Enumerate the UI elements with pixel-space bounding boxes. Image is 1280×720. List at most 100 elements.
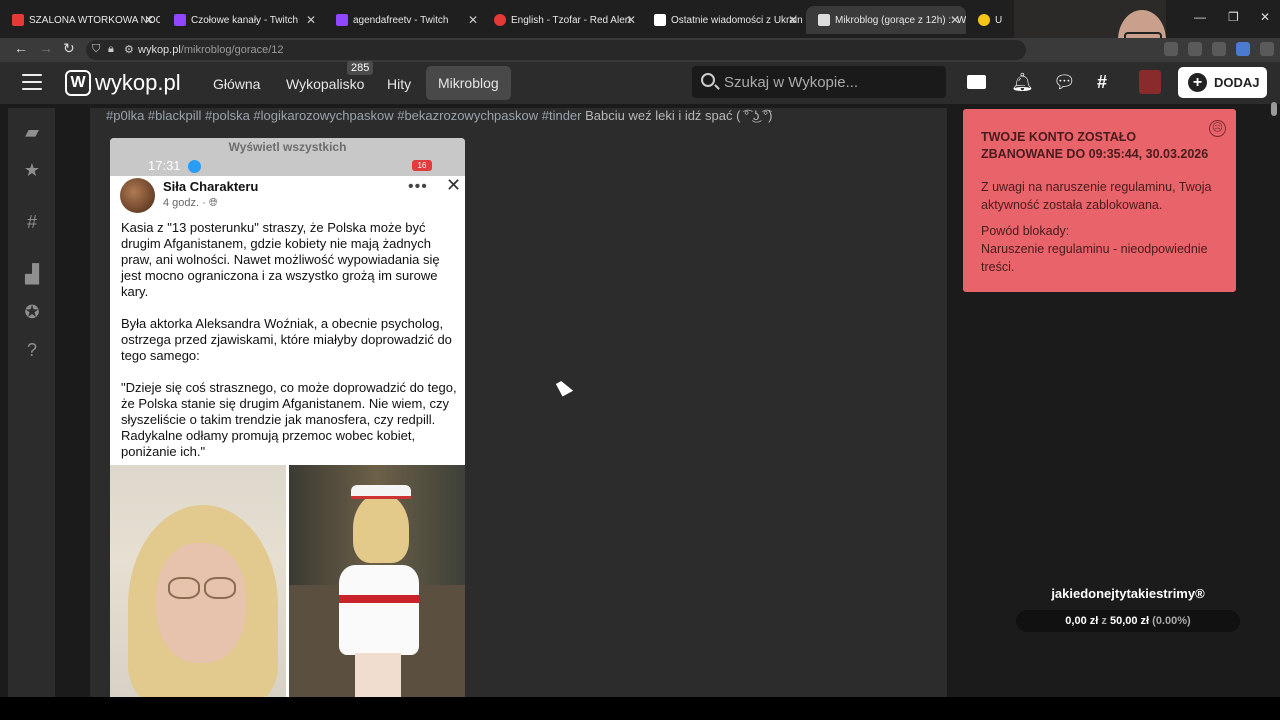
- photo-nurse-costume: [289, 465, 465, 698]
- star-icon[interactable]: ★: [22, 160, 42, 180]
- bottom-bar: [0, 697, 1280, 720]
- news-site-icon: [654, 14, 666, 26]
- site-logo[interactable]: W wykop.pl: [65, 69, 181, 97]
- restore-icon[interactable]: ❐: [1228, 10, 1239, 24]
- fb-post-text: Kasia z "13 posterunku" straszy, że Pols…: [121, 220, 459, 476]
- url-path: /mikroblog/gorace/12: [180, 44, 284, 56]
- shield-icon[interactable]: ⛉: [92, 43, 100, 56]
- badge-medal-icon[interactable]: ✪: [22, 302, 42, 322]
- close-icon: ✕: [446, 175, 462, 195]
- nav-hity[interactable]: Hity: [387, 71, 411, 97]
- sad-face-icon: ☹: [1209, 120, 1226, 137]
- extension-icon[interactable]: [1212, 42, 1226, 56]
- address-bar[interactable]: ⛉ 🔒︎ ⚙ wykop.pl/mikroblog/gorace/12: [86, 40, 1026, 60]
- phone-time: 17:31: [148, 158, 181, 173]
- browser-tab[interactable]: U: [966, 6, 1014, 34]
- hashtag-icon[interactable]: #: [22, 212, 42, 232]
- page-scrollbar[interactable]: [1271, 102, 1277, 116]
- close-tab-icon[interactable]: ✕: [144, 13, 154, 27]
- browser-tab[interactable]: Ostatnie wiadomości z Ukrain ✕: [642, 6, 804, 34]
- embed-header: Wyświetl wszystkich 17:31 16: [110, 138, 465, 176]
- wykop-logo-icon: W: [65, 70, 91, 96]
- back-icon[interactable]: ←: [14, 40, 28, 56]
- browser-tab[interactable]: Czołowe kanały - Twitch ✕: [162, 6, 322, 34]
- wykopalisko-count-badge: 285: [347, 61, 374, 75]
- messages-icon[interactable]: [967, 75, 986, 89]
- extension-icon[interactable]: [1164, 42, 1178, 56]
- donation-percent: (0.00%): [1152, 615, 1191, 627]
- site-header: W wykop.pl Główna Wykopalisko 285 Hity M…: [0, 61, 1280, 104]
- globe-icon: 🌐︎: [208, 197, 218, 209]
- notifications-icon[interactable]: 🔔︎: [1011, 72, 1034, 93]
- add-button[interactable]: + DODAJ: [1178, 67, 1267, 98]
- post-tags[interactable]: #p0lka #blackpill #polska #logikarozowyc…: [106, 108, 581, 123]
- mikroblog-feed: #p0lka #blackpill #polska #logikarozowyc…: [90, 108, 947, 698]
- ban-notice: TWOJE KONTO ZOSTAŁO ZBANOWANE DO 09:35:4…: [963, 109, 1236, 292]
- tab-title: Ostatnie wiadomości z Ukrain: [671, 14, 803, 26]
- close-tab-icon[interactable]: ✕: [626, 13, 636, 27]
- extension-icon[interactable]: [1236, 42, 1250, 56]
- post-text: Babciu weź leki i idź spać ( ͡° ͜ʖ ͡°): [585, 108, 773, 123]
- fb-page-avatar: [120, 178, 155, 213]
- battery-icon: 16: [412, 160, 432, 171]
- fb-post-header: Siła Charakteru 4 godz. · 🌐︎ ••• ✕: [120, 175, 462, 214]
- search-icon: [701, 73, 715, 87]
- youtube-icon: [12, 14, 24, 26]
- tab-title: Czołowe kanały - Twitch: [191, 14, 299, 26]
- close-window-icon[interactable]: ✕: [1260, 10, 1270, 24]
- browser-toolbar: ← → ↻ ⛉ 🔒︎ ⚙ wykop.pl/mikroblog/gorace/1…: [0, 38, 1280, 62]
- close-tab-icon[interactable]: ✕: [950, 13, 960, 27]
- fb-paragraph: Była aktorka Aleksandra Woźniak, a obecn…: [121, 316, 452, 363]
- tags-hashtag-icon[interactable]: #: [1097, 72, 1107, 93]
- ban-reason: Powód blokady: Naruszenie regulaminu - n…: [981, 222, 1231, 276]
- twitch-icon: [336, 14, 348, 26]
- tab-title: Mikroblog (gorące z 12h) :: W: [835, 14, 966, 26]
- fb-paragraph: "Dzieje się coś strasznego, co może dopr…: [121, 380, 457, 459]
- wykop-home-icon[interactable]: ▰: [22, 122, 42, 142]
- donation-current: 0,00 zł: [1065, 615, 1099, 627]
- menu-icon[interactable]: [1260, 42, 1274, 56]
- browser-tab-active[interactable]: Mikroblog (gorące z 12h) :: W ✕: [806, 6, 966, 34]
- url-host: wykop.pl: [138, 44, 181, 56]
- forward-icon[interactable]: →: [39, 40, 53, 56]
- close-tab-icon[interactable]: ✕: [788, 13, 798, 27]
- fb-photos: [110, 465, 465, 698]
- browser-tab[interactable]: SZALONA WTORKOWA NOC ✕: [0, 6, 160, 34]
- hamburger-menu-icon[interactable]: [22, 74, 42, 90]
- comments-icon[interactable]: 💬︎: [1053, 72, 1076, 93]
- ranking-podium-icon[interactable]: ▟: [22, 264, 42, 284]
- nav-glowna[interactable]: Główna: [213, 71, 260, 97]
- ban-title: TWOJE KONTO ZOSTAŁO ZBANOWANE DO 09:35:4…: [981, 130, 1209, 161]
- donation-goal-overlay: jakiedonejtytakiestrimy® 0,00 zł z 50,00…: [1016, 586, 1240, 636]
- tab-title: agendafreetv - Twitch: [353, 14, 449, 26]
- search-placeholder: Szukaj w Wykopie...: [724, 73, 859, 91]
- fb-paragraph: Kasia z "13 posterunku" straszy, że Pols…: [121, 220, 440, 299]
- extensions-area: [1164, 42, 1274, 56]
- minimize-icon[interactable]: —: [1194, 10, 1206, 24]
- nav-mikroblog[interactable]: Mikroblog: [426, 66, 511, 100]
- add-button-label: DODAJ: [1214, 75, 1260, 90]
- user-avatar[interactable]: [1139, 70, 1161, 94]
- donation-progress-bar: 0,00 zł z 50,00 zł (0.00%): [1016, 610, 1240, 632]
- search-input[interactable]: Szukaj w Wykopie...: [692, 66, 946, 98]
- phone-status-bar: 17:31 16: [110, 158, 465, 174]
- browser-tab[interactable]: English - Tzofar - Red Alert ✕: [482, 6, 642, 34]
- donation-goal: 50,00 zł: [1109, 615, 1150, 627]
- site-settings-icon[interactable]: ⚙: [124, 43, 134, 56]
- close-tab-icon[interactable]: ✕: [306, 13, 316, 27]
- extension-icon[interactable]: [1188, 42, 1202, 56]
- photo-woman-glasses: [110, 465, 286, 698]
- tab-title: SZALONA WTORKOWA NOC: [29, 14, 160, 26]
- embedded-screenshot[interactable]: Wyświetl wszystkich 17:31 16 Siła Charak…: [110, 138, 465, 698]
- lock-icon[interactable]: 🔒︎: [108, 43, 114, 56]
- fb-author-name: Siła Charakteru: [163, 179, 259, 194]
- close-tab-icon[interactable]: ✕: [468, 13, 478, 27]
- telegram-icon: [188, 160, 201, 173]
- left-sidebar: ▰ ★ # ▟ ✪ ?: [8, 108, 55, 697]
- tab-title: English - Tzofar - Red Alert: [511, 14, 631, 26]
- donation-separator: z: [1101, 615, 1107, 627]
- help-icon[interactable]: ?: [22, 340, 42, 360]
- browser-tab[interactable]: agendafreetv - Twitch ✕: [324, 6, 484, 34]
- wykop-favicon-icon: [818, 14, 830, 26]
- reload-icon[interactable]: ↻: [63, 40, 75, 57]
